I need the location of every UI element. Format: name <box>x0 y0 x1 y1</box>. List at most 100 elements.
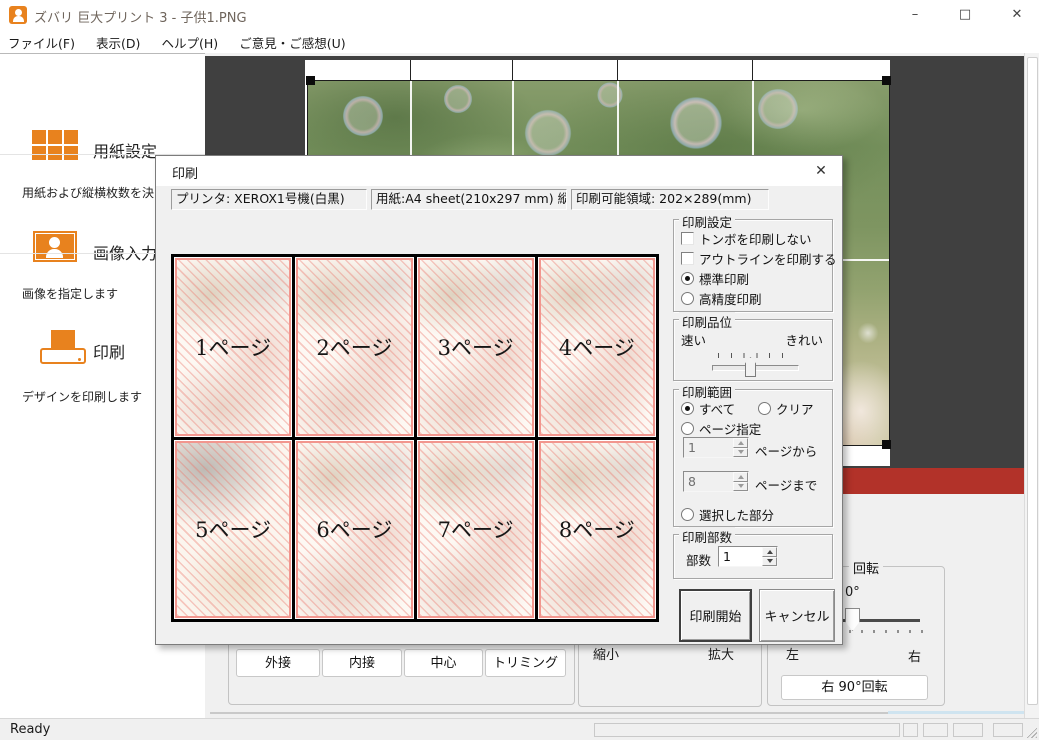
selection-handle[interactable] <box>882 76 891 85</box>
zoom-in-label: 拡大 <box>708 644 734 663</box>
menu-bar: ファイル(F) 表示(D) ヘルプ(H) ご意見・ご感想(U) <box>0 30 1039 53</box>
sidebar-item-paper-setup[interactable]: 用紙設定 <box>93 138 157 162</box>
app-window: ズバリ 巨大プリント 3 - 子供1.PNG – □ ✕ ファイル(F) 表示(… <box>0 0 1039 740</box>
print-range-group: 印刷範囲 すべて クリア ページ指定 1 ページから 8 ページま <box>673 389 833 527</box>
horizontal-scrollbar[interactable] <box>888 711 1024 714</box>
rotation-slider-ticks <box>849 630 927 633</box>
page-tile[interactable]: 3ページ <box>417 257 535 437</box>
sidebar-caption-image-input: 画像を指定します <box>22 285 118 302</box>
page-tile[interactable]: 4ページ <box>538 257 656 437</box>
page-tile[interactable]: 8ページ <box>538 440 656 620</box>
page-label: 4ページ <box>559 332 635 362</box>
range-clear-label[interactable]: クリア <box>776 399 814 418</box>
title-bar: ズバリ 巨大プリント 3 - 子供1.PNG – □ ✕ <box>0 0 1039 30</box>
cancel-button[interactable]: キャンセル <box>759 589 835 642</box>
menu-help[interactable]: ヘルプ(H) <box>154 30 227 52</box>
page-to-value[interactable]: 8 <box>684 472 733 491</box>
selection-handle[interactable] <box>306 76 315 85</box>
copies-spinner[interactable]: 1 <box>718 546 778 567</box>
rotate-left-label: 左 <box>786 644 799 663</box>
page-label: 7ページ <box>438 514 514 544</box>
quality-fast-label: 速い <box>681 330 706 349</box>
menu-feedback[interactable]: ご意見・ご感想(U) <box>231 30 353 52</box>
minimize-icon[interactable]: – <box>898 4 932 26</box>
paper-info-field: 用紙:A4 sheet(210x297 mm) 縦 <box>371 189 567 210</box>
image-input-icon <box>33 231 77 262</box>
tile-boundary <box>752 60 753 80</box>
spin-down-icon[interactable] <box>762 557 777 567</box>
page-from-spinner[interactable]: 1 <box>683 437 749 458</box>
tile-boundary <box>410 60 411 80</box>
spin-down-icon[interactable] <box>733 482 748 492</box>
range-page-spec-radio[interactable] <box>681 422 694 435</box>
print-outline-checkbox[interactable] <box>681 252 694 265</box>
no-trim-marks-checkbox[interactable] <box>681 232 694 245</box>
status-bar: Ready <box>0 718 1039 740</box>
high-precision-print-radio[interactable] <box>681 292 694 305</box>
maximize-icon[interactable]: □ <box>948 4 982 26</box>
page-preview-grid: 1ページ 2ページ 3ページ 4ページ 5ページ 6ページ 7ページ 8ページ <box>171 254 659 622</box>
print-start-button[interactable]: 印刷開始 <box>679 589 752 642</box>
fit-trimming-button[interactable]: トリミング <box>485 649 566 677</box>
sidebar-item-image-input[interactable]: 画像入力 <box>93 240 157 264</box>
page-tile[interactable]: 5ページ <box>174 440 292 620</box>
print-dialog: 印刷 ✕ プリンタ: XEROX1号機(白黒) 用紙:A4 sheet(210x… <box>155 155 843 645</box>
vertical-scrollbar-thumb[interactable] <box>1027 57 1038 705</box>
range-all-label[interactable]: すべて <box>699 399 735 418</box>
dialog-title-bar: 印刷 ✕ <box>156 156 842 186</box>
zoom-out-label: 縮小 <box>593 644 619 663</box>
page-tile[interactable]: 7ページ <box>417 440 535 620</box>
resize-grip[interactable] <box>1024 725 1037 738</box>
paper-setup-icon <box>32 130 78 160</box>
rotation-group-label: 回転 <box>849 558 883 577</box>
status-text: Ready <box>10 722 50 737</box>
fit-inner-button[interactable]: 内接 <box>322 649 402 677</box>
copies-value[interactable]: 1 <box>719 547 762 566</box>
range-all-radio[interactable] <box>681 402 694 415</box>
fit-outer-button[interactable]: 外接 <box>236 649 320 677</box>
sidebar-item-print[interactable]: 印刷 <box>93 339 125 363</box>
page-tile[interactable]: 1ページ <box>174 257 292 437</box>
page-label: 5ページ <box>195 514 271 544</box>
close-icon[interactable]: ✕ <box>1000 4 1034 26</box>
standard-print-label[interactable]: 標準印刷 <box>699 269 749 288</box>
rotate-90-button[interactable]: 右 90°回転 <box>781 675 928 700</box>
separator-line <box>210 712 888 714</box>
status-panel <box>923 723 948 737</box>
high-precision-print-label[interactable]: 高精度印刷 <box>699 289 762 308</box>
menu-file[interactable]: ファイル(F) <box>0 30 83 52</box>
vertical-scrollbar[interactable] <box>1024 53 1039 718</box>
status-panel <box>903 723 918 737</box>
page-to-suffix: ページまで <box>755 475 817 494</box>
app-icon <box>9 6 27 24</box>
range-selection-label[interactable]: 選択した部分 <box>699 505 774 524</box>
fit-center-button[interactable]: 中心 <box>404 649 483 677</box>
menu-view[interactable]: 表示(D) <box>88 30 148 52</box>
quality-fine-label: きれい <box>785 330 823 349</box>
standard-print-radio[interactable] <box>681 272 694 285</box>
tile-boundary <box>512 60 513 80</box>
range-clear-radio[interactable] <box>758 402 771 415</box>
print-outline-label[interactable]: アウトラインを印刷する <box>699 249 837 268</box>
spin-up-icon[interactable] <box>762 547 777 557</box>
dialog-close-icon[interactable]: ✕ <box>808 161 834 181</box>
range-selection-radio[interactable] <box>681 508 694 521</box>
page-from-value[interactable]: 1 <box>684 438 733 457</box>
print-quality-group: 印刷品位 速い きれい <box>673 319 833 381</box>
spin-up-icon[interactable] <box>733 472 748 482</box>
rotation-angle-value: 0° <box>845 585 860 600</box>
printer-info-field: プリンタ: XEROX1号機(白黒) <box>171 189 367 210</box>
status-panel <box>953 723 983 737</box>
no-trim-marks-label[interactable]: トンボを印刷しない <box>699 229 812 248</box>
selection-handle[interactable] <box>882 440 891 449</box>
page-tile[interactable]: 2ページ <box>295 257 413 437</box>
page-tile[interactable]: 6ページ <box>295 440 413 620</box>
spin-up-icon[interactable] <box>733 438 748 448</box>
sidebar-caption-print: デザインを印刷します <box>22 388 142 405</box>
page-to-spinner[interactable]: 8 <box>683 471 749 492</box>
dialog-title: 印刷 <box>172 163 198 182</box>
copies-legend: 印刷部数 <box>679 527 735 546</box>
quality-slider-thumb[interactable] <box>745 357 756 377</box>
spin-down-icon[interactable] <box>733 448 748 458</box>
range-page-spec-label[interactable]: ページ指定 <box>699 419 761 438</box>
